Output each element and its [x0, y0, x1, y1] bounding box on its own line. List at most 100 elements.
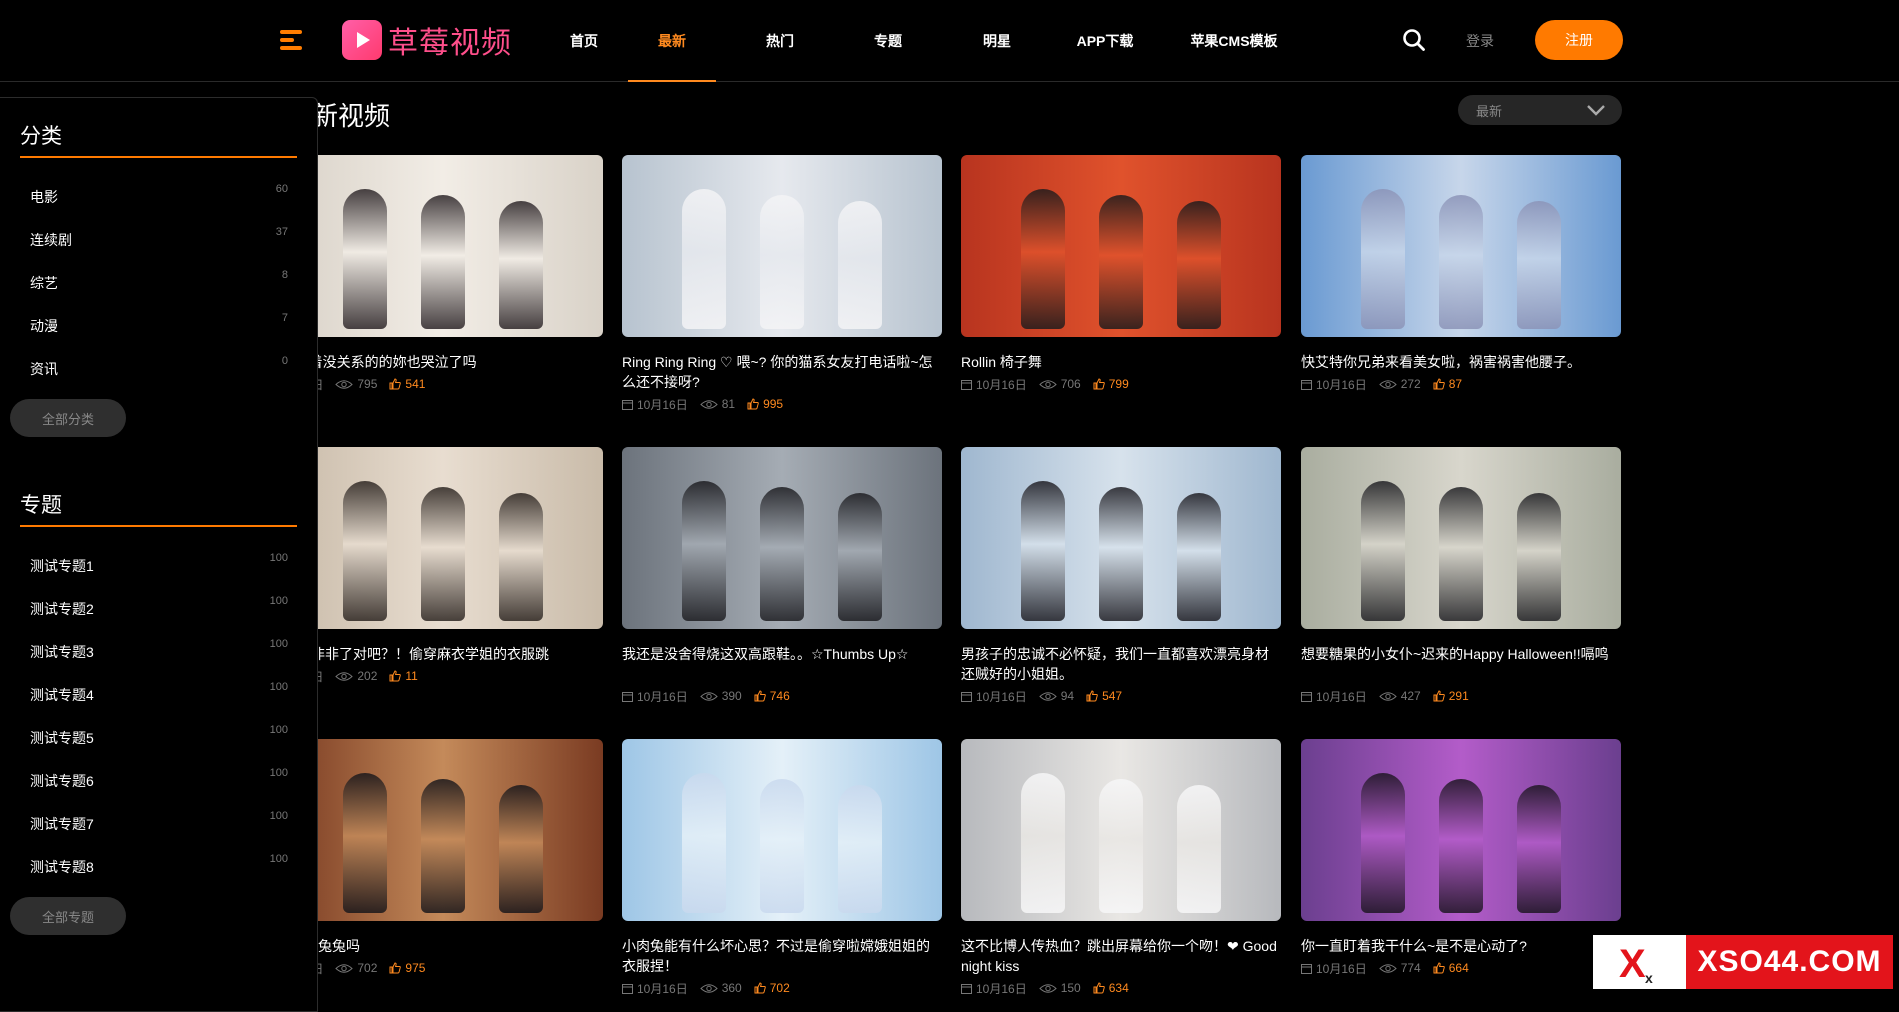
- video-views: 272: [1400, 377, 1421, 391]
- sidebar-topic-item[interactable]: 测试专题6 100: [30, 767, 288, 791]
- nav-item-hot[interactable]: 热门: [716, 0, 844, 81]
- video-thumbnail[interactable]: [622, 739, 942, 921]
- video-title[interactable]: Ring Ring Ring ♡ 喂~? 你的猫系女友打电话啦~怎么还不接呀?: [622, 352, 942, 392]
- video-card[interactable]: 你一直盯着我干什么~是不是心动了? 10月16日 774 664: [1301, 739, 1621, 999]
- site-logo[interactable]: 草莓视频: [342, 20, 512, 60]
- video-title[interactable]: 我还是没舍得烧这双高跟鞋。。☆Thumbs Up☆: [622, 644, 942, 664]
- nav-item-topics[interactable]: 专题: [844, 0, 932, 81]
- video-thumbnail[interactable]: [1301, 447, 1621, 629]
- sidebar-category-item[interactable]: 资讯 0: [30, 355, 288, 379]
- thumbs-up-icon: [1086, 690, 1098, 702]
- eye-icon: [1038, 983, 1057, 993]
- video-card[interactable]: Ring Ring Ring ♡ 喂~? 你的猫系女友打电话啦~怎么还不接呀? 1…: [622, 155, 942, 415]
- search-icon[interactable]: [1402, 28, 1426, 52]
- nav-item-stars[interactable]: 明星: [932, 0, 1062, 81]
- video-likes: 975: [405, 961, 426, 975]
- video-title[interactable]: 这不比博人传热血？跳出屏幕给你一个吻！❤ Good night kiss: [961, 936, 1281, 976]
- eye-icon: [335, 963, 354, 973]
- sidebar-topic-item[interactable]: 测试专题3 100: [30, 638, 288, 662]
- category-count: 7: [281, 312, 288, 324]
- sort-dropdown[interactable]: 最新: [1458, 95, 1622, 125]
- video-meta: 10月16日 360 702: [622, 980, 802, 996]
- topic-label: 测试专题1: [30, 558, 94, 574]
- main-nav: 首页 最新 热门 专题 明星 APP下载 苹果CMS模板: [540, 0, 1320, 82]
- eye-icon: [1038, 379, 1057, 389]
- sidebar-topic-item[interactable]: 测试专题8 100: [30, 853, 288, 877]
- eye-icon: [1378, 379, 1397, 389]
- sidebar-category-item[interactable]: 连续剧 37: [30, 226, 288, 250]
- topic-label: 测试专题4: [30, 687, 94, 703]
- video-card[interactable]: 小肉兔能有什么坏心思？不过是偷穿啦嫦娥姐姐的衣服捏！ 10月16日 360 702: [622, 739, 942, 999]
- topic-label: 测试专题7: [30, 816, 94, 832]
- sidebar-topic-item[interactable]: 测试专题1 100: [30, 552, 288, 576]
- menu-icon[interactable]: [280, 28, 304, 52]
- video-title[interactable]: 你一直盯着我干什么~是不是心动了?: [1301, 936, 1621, 956]
- thumbs-up-icon: [1433, 962, 1445, 974]
- sidebar-category-item[interactable]: 电影 60: [30, 183, 288, 207]
- all-topics-button[interactable]: 全部专题: [10, 897, 126, 935]
- video-thumbnail[interactable]: [961, 155, 1281, 337]
- video-thumbnail[interactable]: [622, 447, 942, 629]
- video-date: 10月16日: [637, 981, 688, 996]
- video-card[interactable]: 快艾特你兄弟来看美女啦，祸害祸害他腰子。 10月16日 272 87: [1301, 155, 1621, 415]
- video-title[interactable]: 快艾特你兄弟来看美女啦，祸害祸害他腰子。: [1301, 352, 1621, 372]
- video-card[interactable]: 男孩子的忠诚不必怀疑，我们一直都喜欢漂亮身材还贼好的小姐姐。 10月16日 94 54…: [961, 447, 1281, 707]
- sidebar-topic-item[interactable]: 测试专题5 100: [30, 724, 288, 748]
- sidebar-category-item[interactable]: 动漫 7: [30, 312, 288, 336]
- video-card[interactable]: 我还是没舍得烧这双高跟鞋。。☆Thumbs Up☆ 10月16日 390 746: [622, 447, 942, 707]
- video-likes: 664: [1448, 961, 1469, 975]
- video-views: 150: [1060, 981, 1081, 995]
- video-thumbnail[interactable]: [283, 155, 603, 337]
- video-views: 702: [357, 961, 378, 975]
- video-card[interactable]: 这不比博人传热血？跳出屏幕给你一个吻！❤ Good night kiss 10月1…: [961, 739, 1281, 999]
- video-title[interactable]: k可爱兔兔吗: [283, 936, 603, 956]
- video-thumbnail[interactable]: [283, 447, 603, 629]
- thumbs-up-icon: [389, 670, 402, 682]
- video-thumbnail[interactable]: [1301, 739, 1621, 921]
- all-categories-button[interactable]: 全部分类: [10, 399, 126, 437]
- sidebar-category-item[interactable]: 综艺 8: [30, 269, 288, 293]
- sidebar-topic-item[interactable]: 测试专题4 100: [30, 681, 288, 705]
- video-date: 10月16日: [1316, 377, 1367, 392]
- video-title[interactable]: 小肉兔能有什么坏心思？不过是偷穿啦嫦娥姐姐的衣服捏！: [622, 936, 942, 976]
- video-card[interactable]: k可爱兔兔吗16日702975: [283, 739, 603, 999]
- thumbs-up-icon: [1093, 982, 1105, 994]
- video-thumbnail[interactable]: [622, 155, 942, 337]
- sidebar-topic-item[interactable]: 测试专题7 100: [30, 810, 288, 834]
- video-card[interactable]: Rollin 椅子舞 10月16日 706 799: [961, 155, 1281, 415]
- nav-item-cms-template[interactable]: 苹果CMS模板: [1148, 0, 1320, 81]
- topic-heading: 专题: [20, 494, 62, 517]
- video-thumbnail[interactable]: [961, 739, 1281, 921]
- video-title[interactable]: 想要糖果的小女仆~迟来的Happy Halloween!!嗝鸣: [1301, 644, 1621, 664]
- nav-item-home[interactable]: 首页: [540, 0, 628, 81]
- video-title[interactable]: Rollin 椅子舞: [961, 352, 1281, 372]
- video-meta: 10月16日 390 746: [622, 688, 802, 704]
- video-thumbnail[interactable]: [961, 447, 1281, 629]
- category-count: 37: [275, 226, 288, 238]
- eye-icon: [335, 671, 354, 681]
- video-views: 427: [1400, 689, 1421, 703]
- video-title[interactable]: et说着没关系的的妳也哭泣了吗: [283, 352, 603, 372]
- video-meta: 10月16日 150 634: [961, 980, 1141, 996]
- nav-item-latest[interactable]: 最新: [628, 0, 716, 82]
- video-title[interactable]: 男孩子的忠诚不必怀疑，我们一直都喜欢漂亮身材还贼好的小姐姐。: [961, 644, 1281, 684]
- sidebar-topic-item[interactable]: 测试专题2 100: [30, 595, 288, 619]
- calendar-icon: [961, 379, 972, 390]
- video-thumbnail[interactable]: [283, 739, 603, 921]
- video-card[interactable]: 想入非非了对吧？！偷穿麻衣学姐的衣服跳16日20211: [283, 447, 603, 707]
- video-likes: 799: [1108, 377, 1129, 391]
- thumbs-up-icon: [1433, 690, 1445, 702]
- video-card[interactable]: 想要糖果的小女仆~迟来的Happy Halloween!!嗝鸣 10月16日 427…: [1301, 447, 1621, 707]
- login-link[interactable]: 登录: [1466, 31, 1494, 51]
- sort-selected-value: 最新: [1476, 103, 1503, 119]
- category-label: 连续剧: [30, 232, 72, 248]
- topic-divider: [20, 525, 297, 527]
- topic-label: 测试专题6: [30, 773, 94, 789]
- category-count: 0: [281, 355, 288, 367]
- video-title[interactable]: 想入非非了对吧？！偷穿麻衣学姐的衣服跳: [283, 644, 603, 664]
- watermark-x-icon: X x: [1619, 942, 1653, 986]
- register-button[interactable]: 注册: [1535, 20, 1623, 60]
- video-thumbnail[interactable]: [1301, 155, 1621, 337]
- video-card[interactable]: et说着没关系的的妳也哭泣了吗16日795541: [283, 155, 603, 415]
- nav-item-app-download[interactable]: APP下载: [1062, 0, 1148, 81]
